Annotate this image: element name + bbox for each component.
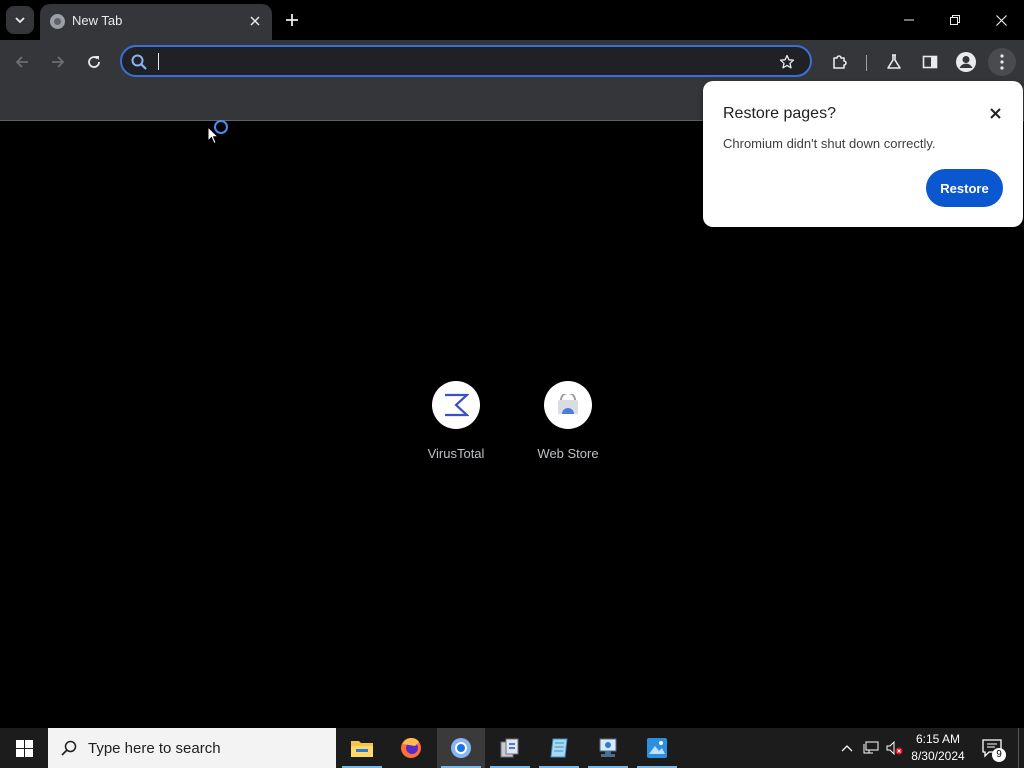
taskbar-clock[interactable]: 6:15 AM 8/30/2024 [906, 731, 970, 765]
screen: New Tab VirusTotal Web Store Restore pag… [0, 0, 1024, 768]
omnibox[interactable] [120, 45, 812, 77]
tab-new-tab[interactable]: New Tab [40, 4, 272, 40]
tab-close-button[interactable] [246, 12, 264, 30]
menu-button[interactable] [988, 48, 1016, 76]
reload-button[interactable] [80, 48, 108, 76]
file-explorer-icon [351, 741, 373, 757]
dialog-title: Restore pages? [723, 105, 836, 122]
dialog-close-button[interactable] [985, 103, 1005, 123]
chromium-favicon-icon [50, 14, 65, 29]
omnibox-input[interactable] [156, 50, 756, 72]
minimize-button[interactable] [886, 0, 932, 40]
toolbar-separator [866, 55, 867, 71]
restore-pages-dialog: Restore pages? Chromium didn't shut down… [703, 81, 1023, 227]
toolbar [0, 40, 1024, 85]
forward-button[interactable] [44, 48, 72, 76]
app-icon-4 [500, 738, 519, 758]
tab-title: New Tab [72, 13, 123, 28]
show-hidden-icons-button[interactable] [838, 738, 856, 758]
side-panel-button[interactable] [916, 48, 944, 76]
shortcut-label: VirusTotal [427, 446, 485, 461]
taskbar-app-4[interactable] [486, 728, 534, 768]
shortcut-web-store[interactable]: Web Store [513, 381, 623, 461]
tab-strip: New Tab [0, 0, 1024, 40]
network-status-button[interactable] [862, 738, 880, 758]
show-desktop-button[interactable] [1018, 728, 1024, 768]
restore-button[interactable]: Restore [926, 169, 1003, 207]
arrow-right-icon [52, 56, 65, 68]
clock-date: 8/30/2024 [911, 749, 965, 763]
taskbar-app-6[interactable] [584, 728, 632, 768]
plus-icon [286, 14, 298, 26]
close-window-button[interactable] [978, 0, 1024, 40]
labs-button[interactable] [880, 48, 908, 76]
star-icon [779, 54, 795, 69]
taskbar-app-firefox[interactable] [387, 728, 435, 768]
speaker-muted-icon [886, 741, 903, 755]
chevron-up-icon [841, 745, 853, 752]
tab-search-button[interactable] [6, 6, 34, 34]
app-icon-6 [599, 738, 617, 757]
close-icon [989, 107, 1001, 119]
mouse-cursor-icon [207, 126, 219, 145]
firefox-icon [401, 737, 421, 758]
app-icon-5 [550, 738, 568, 758]
kebab-menu-icon [1000, 54, 1004, 70]
taskbar-app-7[interactable] [633, 728, 681, 768]
back-button[interactable] [8, 48, 36, 76]
taskbar-app-file-explorer[interactable] [338, 728, 386, 768]
taskbar-app-5[interactable] [535, 728, 583, 768]
shortcut-virustotal[interactable]: VirusTotal [401, 381, 511, 461]
network-icon [863, 741, 879, 754]
reload-icon [88, 56, 100, 68]
bookmark-star-button[interactable] [776, 51, 798, 73]
dialog-message: Chromium didn't shut down correctly. [723, 136, 936, 151]
shortcut-label: Web Store [537, 446, 599, 461]
taskbar-search-box[interactable]: Type here to search [48, 728, 336, 768]
search-icon [131, 54, 147, 70]
taskbar-app-chromium[interactable] [437, 728, 485, 768]
close-icon [250, 16, 260, 26]
flask-icon [887, 54, 901, 69]
search-placeholder: Type here to search [88, 740, 221, 757]
chromium-icon [451, 738, 471, 758]
new-tab-button[interactable] [280, 8, 304, 32]
minimize-icon [904, 19, 914, 21]
arrow-left-icon [15, 56, 28, 68]
restore-window-icon [950, 15, 960, 25]
start-button[interactable] [0, 728, 48, 768]
volume-button[interactable] [886, 738, 904, 758]
search-icon [61, 740, 77, 756]
virustotal-icon [432, 381, 480, 429]
restore-window-button[interactable] [932, 0, 978, 40]
close-icon [995, 14, 1007, 26]
web-store-icon [544, 381, 592, 429]
taskbar: Type here to search 6:15 AM 8/30/2024 9 [0, 728, 1024, 768]
clock-time: 6:15 AM [915, 732, 961, 746]
app-icon-7 [647, 738, 667, 758]
text-caret [158, 53, 159, 70]
profile-button[interactable] [952, 48, 980, 76]
windows-logo-icon [15, 739, 33, 757]
puzzle-icon [833, 55, 847, 69]
extensions-button[interactable] [826, 48, 854, 76]
notification-count-badge: 9 [992, 748, 1006, 762]
chevron-down-icon [15, 17, 25, 24]
side-panel-icon [922, 55, 938, 69]
avatar-icon [956, 52, 976, 72]
